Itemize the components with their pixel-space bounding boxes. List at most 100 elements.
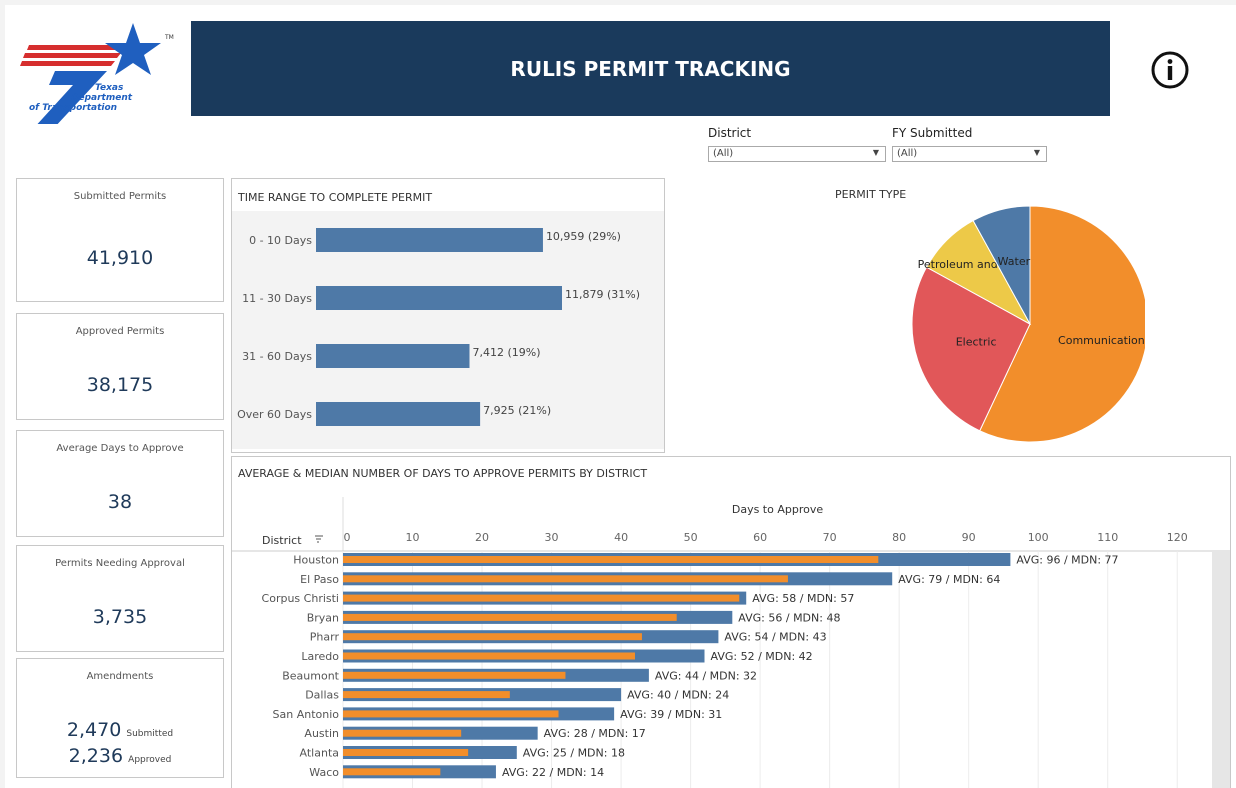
chevron-down-icon: ▼ — [872, 148, 879, 157]
district-filter-value: (All) — [713, 148, 734, 159]
kpi-label: Permits Needing Approval — [55, 558, 185, 569]
x-tick-label: 20 — [475, 531, 489, 544]
x-tick-label: 10 — [406, 531, 420, 544]
time-bar-label: 7,412 (19%) — [472, 346, 540, 359]
amendments-submitted-row: 2,470 Submitted — [17, 719, 223, 741]
amendments-approved-label: Approved — [128, 755, 172, 765]
x-axis-label: Days to Approve — [732, 503, 823, 516]
amendments-approved-value: 2,236 — [68, 745, 124, 767]
kpi-submitted-permits: Submitted Permits 41,910 — [16, 178, 224, 302]
x-tick-label: 100 — [1028, 531, 1049, 544]
chevron-down-icon: ▼ — [1033, 148, 1040, 157]
page-title: RULIS PERMIT TRACKING — [510, 56, 791, 81]
district-bar-label: AVG: 54 / MDN: 43 — [724, 631, 826, 644]
time-category-label: 0 - 10 Days — [249, 234, 312, 247]
time-bar — [316, 228, 543, 252]
time-range-chart: 0 - 10 Days 10,959 (29%) 11 - 30 Days 11,87… — [232, 211, 664, 449]
time-category-label: 11 - 30 Days — [242, 292, 312, 305]
median-bar — [343, 633, 642, 641]
x-tick-label: 40 — [614, 531, 628, 544]
district-bar-label: AVG: 25 / MDN: 18 — [523, 747, 625, 760]
x-tick-label: 80 — [892, 531, 906, 544]
kpi-value: 38,175 — [86, 374, 154, 396]
median-bar — [343, 768, 441, 776]
fy-filter-dropdown[interactable]: (All) ▼ — [892, 146, 1047, 162]
district-label: Corpus Christi — [262, 592, 339, 605]
district-chart: Days to Approve District 0 10 20 30 40 50 60 70 80… — [232, 497, 1230, 788]
time-bar — [316, 402, 481, 426]
y-axis-label: District — [262, 534, 302, 547]
district-bar-label: AVG: 22 / MDN: 14 — [502, 766, 604, 779]
district-panel: AVERAGE & MEDIAN NUMBER OF DAYS TO APPRO… — [231, 456, 1231, 788]
time-category-label: Over 60 Days — [237, 408, 312, 421]
district-label: Atlanta — [300, 747, 339, 760]
district-bar-label: AVG: 96 / MDN: 77 — [1016, 554, 1118, 567]
permit-type-title: PERMIT TYPE — [835, 188, 907, 201]
kpi-value: 3,735 — [92, 606, 148, 628]
district-bar-label: AVG: 28 / MDN: 17 — [544, 727, 646, 740]
district-bar-label: AVG: 44 / MDN: 32 — [655, 669, 757, 682]
district-label: Bryan — [307, 611, 339, 624]
x-tick-label: 30 — [545, 531, 559, 544]
district-bar-label: AVG: 52 / MDN: 42 — [711, 650, 813, 663]
district-label: Pharr — [310, 631, 340, 644]
logo-tm: TM — [164, 34, 174, 41]
x-tick-label: 110 — [1097, 531, 1118, 544]
median-bar — [343, 729, 462, 737]
district-filter-dropdown[interactable]: (All) ▼ — [708, 146, 886, 162]
district-label: Houston — [293, 554, 339, 567]
district-bar-label: AVG: 56 / MDN: 48 — [738, 611, 840, 624]
district-bar-label: AVG: 40 / MDN: 24 — [627, 689, 729, 702]
kpi-amendments: Amendments 2,470 Submitted 2,236 Approve… — [16, 658, 224, 778]
median-bar — [343, 691, 510, 699]
fy-filter-value: (All) — [897, 148, 918, 159]
district-label: Laredo — [301, 650, 339, 663]
x-tick-label: 70 — [823, 531, 837, 544]
pie-slice-label: Communication — [1058, 334, 1145, 347]
dashboard-page: TM Texas Department of Transportation RU… — [5, 5, 1236, 788]
district-label: Waco — [309, 766, 339, 779]
scrollbar-track — [1212, 552, 1230, 788]
district-bar-label: AVG: 39 / MDN: 31 — [620, 708, 722, 721]
pie-slice-label: Water — [998, 255, 1031, 268]
district-label: Beaumont — [282, 669, 339, 682]
kpi-approved-permits: Approved Permits 38,175 — [16, 313, 224, 420]
district-label: San Antonio — [273, 708, 340, 721]
kpi-value: 41,910 — [86, 247, 154, 269]
district-bar-label: AVG: 58 / MDN: 57 — [752, 592, 854, 605]
kpi-permits-needing-approval: Permits Needing Approval 3,735 — [16, 545, 224, 652]
txdot-logo-graphic: TM Texas Department of Transportation — [20, 23, 174, 129]
time-range-title: TIME RANGE TO COMPLETE PERMIT — [238, 191, 433, 204]
time-bar-label: 11,879 (31%) — [565, 288, 640, 301]
median-bar — [343, 575, 788, 583]
kpi-label: Submitted Permits — [73, 191, 167, 202]
kpi-label: Approved Permits — [75, 326, 165, 337]
district-label: El Paso — [300, 573, 339, 586]
median-bar — [343, 556, 879, 563]
district-label: Austin — [304, 727, 339, 740]
x-tick-label: 60 — [753, 531, 767, 544]
x-tick-label: 90 — [962, 531, 976, 544]
logo-line-3: of Transportation — [29, 103, 117, 113]
x-tick-label: 0 — [344, 531, 351, 544]
permit-type-chart: CommunicationElectricPetroleum and GasWa… — [911, 205, 1145, 443]
district-filter-label: District — [708, 126, 752, 140]
median-bar — [343, 710, 559, 718]
x-tick-label: 50 — [684, 531, 698, 544]
district-bar-label: AVG: 79 / MDN: 64 — [898, 573, 1000, 586]
time-range-panel: TIME RANGE TO COMPLETE PERMIT 0 - 10 Day… — [231, 178, 665, 453]
amendments-submitted-value: 2,470 — [66, 719, 122, 741]
median-bar — [343, 652, 635, 660]
amendments-approved-row: 2,236 Approved — [17, 745, 223, 767]
logo-line-1: Texas — [95, 83, 124, 93]
kpi-label: Average Days to Approve — [56, 443, 184, 454]
median-bar — [343, 671, 566, 679]
title-banner: RULIS PERMIT TRACKING — [191, 21, 1110, 116]
district-label: Dallas — [305, 689, 339, 702]
time-bar — [316, 286, 562, 310]
median-bar — [343, 594, 740, 602]
time-bar-label: 10,959 (29%) — [546, 230, 621, 243]
kpi-average-days: Average Days to Approve 38 — [16, 430, 224, 537]
median-bar — [343, 749, 469, 756]
info-circle-icon[interactable] — [1150, 50, 1190, 90]
